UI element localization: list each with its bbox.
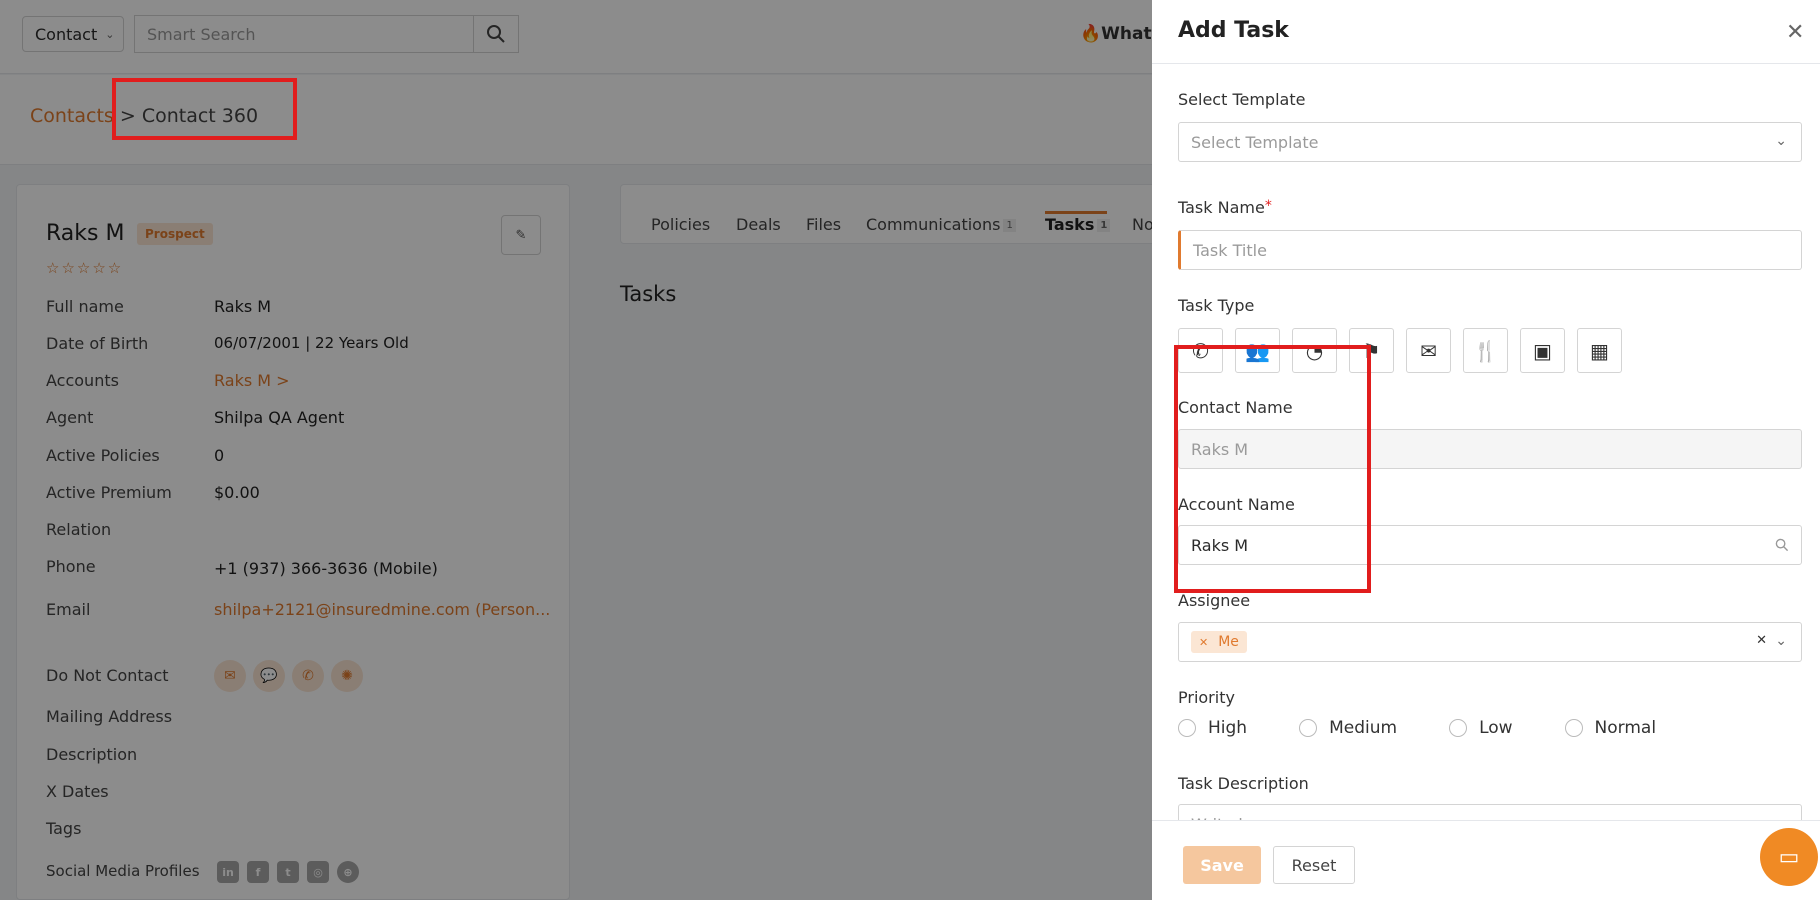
drawer-header: Add Task ✕: [1152, 0, 1820, 64]
assignee-label: Assignee: [1178, 591, 1251, 610]
assignee-tag: ✕ Me: [1191, 631, 1247, 653]
chat-icon: ▭: [1778, 844, 1800, 870]
priority-label: Priority: [1178, 688, 1235, 707]
highlight-box-contact-account: [1174, 345, 1371, 593]
priority-low-label: Low: [1479, 718, 1513, 738]
save-button[interactable]: Save: [1183, 846, 1261, 884]
priority-medium[interactable]: Medium: [1299, 718, 1397, 738]
priority-high[interactable]: High: [1178, 718, 1247, 738]
close-icon[interactable]: ✕: [1786, 20, 1804, 45]
task-description-label: Task Description: [1178, 774, 1309, 793]
radio-high[interactable]: [1178, 719, 1196, 737]
priority-low[interactable]: Low: [1449, 718, 1513, 738]
email-icon[interactable]: ✉: [1406, 328, 1451, 373]
dashboard-icon[interactable]: ▦: [1577, 328, 1622, 373]
chevron-down-icon[interactable]: ⌄: [1775, 633, 1787, 649]
clear-icon[interactable]: ✕: [1756, 633, 1767, 648]
priority-high-label: High: [1208, 718, 1248, 738]
task-name-placeholder: Task Title: [1193, 240, 1267, 260]
assignee-tag-label: Me: [1218, 634, 1239, 650]
wallet-icon[interactable]: ▣: [1520, 328, 1565, 373]
chat-launcher-button[interactable]: ▭: [1760, 828, 1818, 886]
radio-medium[interactable]: [1299, 719, 1318, 737]
task-name-label-text: Task Name: [1178, 198, 1265, 217]
select-template-placeholder: Select Template: [1191, 132, 1319, 152]
drawer-footer: Save Reset: [1152, 820, 1820, 900]
chevron-down-icon: ⌄: [1775, 133, 1787, 149]
reset-button[interactable]: Reset: [1273, 846, 1355, 884]
select-template-label: Select Template: [1178, 90, 1306, 109]
priority-normal[interactable]: Normal: [1564, 718, 1657, 738]
priority-radio-group: High Medium Low Normal: [1178, 718, 1708, 738]
select-template-dropdown[interactable]: Select Template ⌄: [1178, 122, 1802, 162]
highlight-box-breadcrumb: [112, 78, 297, 140]
priority-medium-label: Medium: [1329, 718, 1398, 738]
search-icon: [1775, 538, 1789, 552]
task-type-label: Task Type: [1178, 296, 1255, 315]
task-name-input[interactable]: Task Title: [1178, 230, 1802, 270]
remove-tag-icon[interactable]: ✕: [1199, 636, 1208, 649]
priority-normal-label: Normal: [1594, 718, 1657, 738]
lunch-icon[interactable]: 🍴: [1463, 328, 1508, 373]
radio-low[interactable]: [1449, 719, 1468, 737]
radio-normal[interactable]: [1564, 719, 1583, 737]
task-name-label: Task Name*: [1178, 198, 1272, 217]
required-asterisk: *: [1264, 198, 1272, 214]
drawer-title: Add Task: [1178, 18, 1289, 43]
assignee-select[interactable]: ✕ Me ✕ ⌄: [1178, 622, 1802, 662]
